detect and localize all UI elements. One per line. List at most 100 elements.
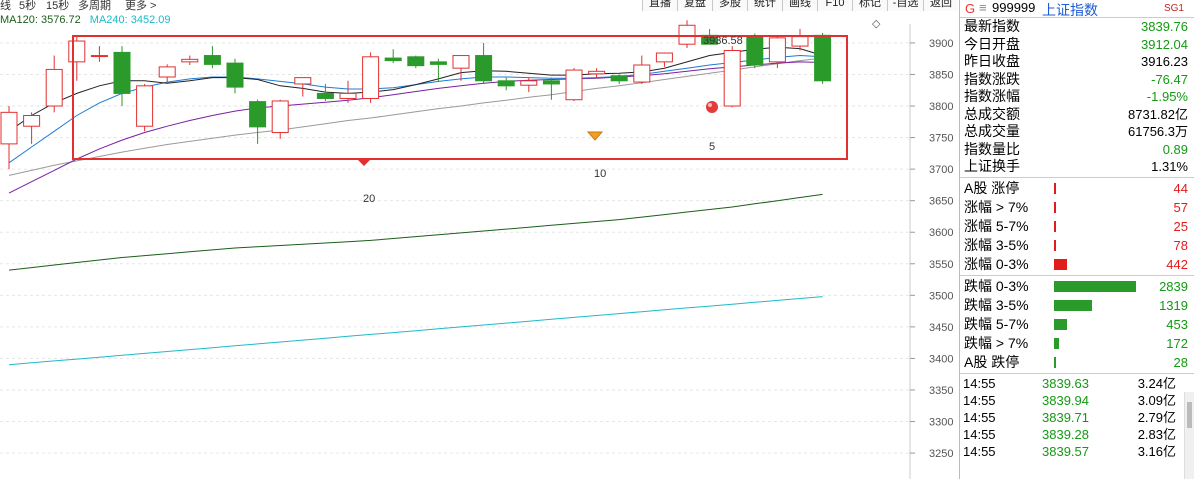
quote-row: 总成交额 8731.82亿	[960, 106, 1194, 124]
live-button[interactable]: 直播	[642, 0, 677, 11]
tick-row: 14:55 3839.57 3.16亿	[960, 443, 1194, 460]
breadth-label: 涨幅 3-5%	[964, 236, 1029, 253]
candle-body	[362, 56, 380, 99]
tick-time: 14:55	[963, 392, 996, 408]
breadth-bar	[1054, 220, 1056, 232]
tick-time: 14:55	[963, 443, 996, 459]
tick-amount: 3.24亿	[1137, 375, 1176, 391]
tick-row: 14:55 3839.63 3.24亿	[960, 375, 1194, 392]
breadth-row: A股 跌停 28	[960, 353, 1194, 372]
kline-chart[interactable]: 3900 3850 3800 3750 3700 3650 3600 3550 3500 3450…	[0, 0, 958, 479]
breadth-label: 跌幅 0-3%	[964, 277, 1029, 294]
remove-watchlist-button[interactable]: -自选	[887, 0, 923, 11]
candle-body	[45, 68, 63, 107]
tick-row: 14:55 3839.28 2.83亿	[960, 426, 1194, 443]
tick-amount: 3.09亿	[1137, 392, 1176, 408]
quote-label: 指数涨幅	[964, 88, 1020, 104]
panel-header: G ≡ 999999 上证指数 SG1	[960, 0, 1194, 18]
breadth-value: 453	[1166, 316, 1188, 332]
y-tick-label: 3750	[929, 133, 953, 145]
ma-gray-line	[8, 57, 823, 176]
gold-diamond-icon	[586, 131, 604, 141]
breadth-bar	[1054, 318, 1068, 330]
quote-value: 3912.04	[1141, 36, 1188, 52]
breadth-bar	[1054, 182, 1056, 194]
y-tick-label: 3250	[929, 448, 953, 460]
count-label-20: 20	[363, 193, 375, 205]
quote-value: 8731.82亿	[1128, 106, 1188, 122]
red-ball-icon	[706, 101, 718, 113]
quote-value: 3839.76	[1141, 19, 1188, 34]
breadth-value: 57	[1173, 199, 1188, 215]
collapse-chevron-icon[interactable]: ◇	[872, 17, 880, 30]
tick-price: 3839.28	[1042, 426, 1089, 442]
candle-body	[384, 57, 402, 62]
quote-label: 总成交额	[964, 105, 1020, 122]
breadth-value: 1319	[1159, 297, 1188, 313]
replay-button[interactable]: 复盘	[677, 0, 712, 11]
tick-row: 14:55 3839.94 3.09亿	[960, 392, 1194, 409]
count-label-5: 5	[709, 141, 715, 153]
breadth-label: 跌幅 > 7%	[964, 334, 1029, 351]
quote-row: 今日开盘 3912.04	[960, 36, 1194, 54]
period-15s[interactable]: 15秒	[46, 0, 69, 13]
ma240-legend: MA240: 3452.09	[89, 14, 171, 26]
breadth-bar	[1054, 258, 1067, 270]
candle-body	[249, 101, 267, 128]
ma-purple-line	[8, 61, 823, 194]
candle-body	[655, 52, 673, 63]
candle-body	[181, 58, 199, 63]
period-multi[interactable]: 多周期	[78, 0, 111, 13]
quote-row: 指数涨幅 -1.95%	[960, 88, 1194, 106]
y-tick-label: 3600	[929, 227, 953, 239]
y-tick-label: 3450	[929, 322, 953, 334]
ma-legend: MA120: 3576.72 MA240: 3452.09	[0, 14, 177, 26]
f10-button[interactable]: F10	[817, 0, 852, 11]
breadth-bar	[1054, 337, 1059, 349]
price-axis: 3900 3850 3800 3750 3700 3650 3600 3550 3500 3450…	[909, 24, 953, 479]
g-icon[interactable]: G	[965, 1, 975, 16]
draw-line-button[interactable]: 画线	[782, 0, 817, 11]
sg-badge[interactable]: SG1	[1164, 3, 1184, 14]
multi-stock-button[interactable]: 多股	[712, 0, 747, 11]
candle-body	[746, 36, 764, 66]
advance-list: A股 涨停 44 涨幅 > 7% 57 涨幅 5-7% 25 涨幅 3-5% 78 涨幅 0-3…	[960, 179, 1194, 274]
quote-value: 61756.3万	[1128, 124, 1188, 139]
breadth-label: 涨幅 0-3%	[964, 255, 1029, 272]
breadth-label: 跌幅 5-7%	[964, 315, 1029, 332]
index-name: 上证指数	[1042, 2, 1098, 18]
candle-body	[633, 64, 651, 83]
breadth-value: 25	[1173, 218, 1188, 234]
stats-button[interactable]: 统计	[747, 0, 782, 11]
quote-value: 1.31%	[1151, 159, 1188, 174]
breadth-value: 172	[1166, 335, 1188, 351]
tick-price: 3839.63	[1042, 375, 1089, 391]
quote-row: 昨日收盘 3916.23	[960, 53, 1194, 71]
tick-amount: 2.83亿	[1137, 426, 1176, 442]
candle-body	[113, 51, 131, 94]
quote-panel: G ≡ 999999 上证指数 SG1 最新指数 3839.76 今日开盘 3912.…	[959, 0, 1194, 479]
scrollbar-thumb[interactable]	[1187, 402, 1192, 428]
period-line[interactable]: 线	[0, 0, 11, 13]
breadth-bar	[1054, 356, 1056, 368]
tick-scrollbar[interactable]	[1184, 392, 1194, 479]
period-5s[interactable]: 5秒	[19, 0, 36, 13]
tick-row: 14:55 3839.71 2.79亿	[960, 409, 1194, 426]
menu-icon[interactable]: ≡	[979, 0, 987, 15]
tick-amount: 2.79亿	[1137, 409, 1176, 425]
breadth-bar	[1054, 239, 1057, 251]
candle-body	[723, 50, 741, 107]
tick-time: 14:55	[963, 409, 996, 425]
y-tick-label: 3500	[929, 290, 953, 302]
back-button[interactable]: 返回	[923, 0, 958, 11]
candle-body	[768, 37, 786, 63]
chart-toolbar: 线 5秒 15秒 多周期 更多 > 直播 复盘 多股 统计 画线 F10 标记 …	[0, 0, 958, 12]
mark-button[interactable]: 标记	[852, 0, 887, 11]
period-more[interactable]: 更多 >	[125, 0, 156, 13]
y-tick-label: 3800	[929, 101, 953, 113]
tick-price: 3839.71	[1042, 409, 1089, 425]
breadth-row: A股 涨停 44	[960, 179, 1194, 198]
quote-label: 最新指数	[964, 18, 1020, 34]
quote-row: 总成交量 61756.3万	[960, 123, 1194, 141]
y-tick-label: 3700	[929, 164, 953, 176]
